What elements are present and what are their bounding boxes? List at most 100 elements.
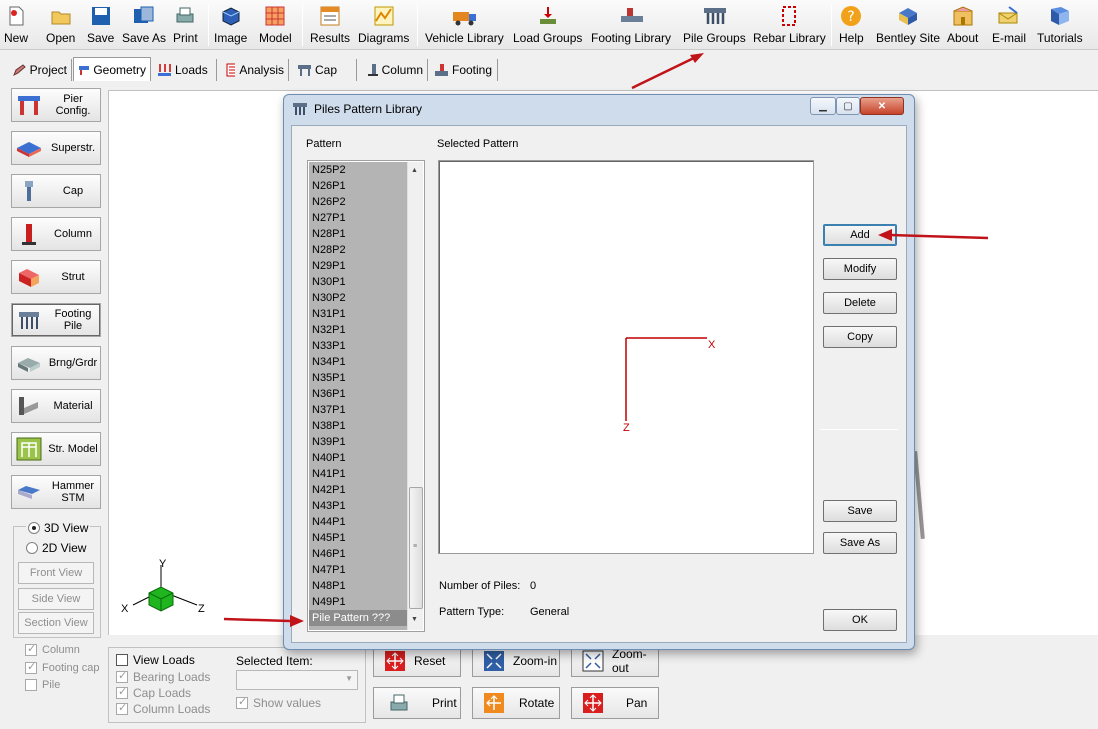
model-button[interactable]: Model (259, 2, 292, 48)
print-button[interactable]: Print (173, 2, 198, 48)
tab-footing[interactable]: Footing (430, 59, 498, 81)
radio-3d-view[interactable]: 3D View (26, 521, 91, 535)
vehicle-library-button[interactable]: Vehicle Library (425, 2, 504, 48)
ok-button[interactable]: OK (823, 609, 897, 631)
pier-config-button[interactable]: Pier Config. (11, 88, 101, 122)
pattern-listbox[interactable]: N25P2 N26P1 N26P2 N27P1 N28P1 N28P2 N29P1 N30P1… (307, 160, 425, 632)
radio-3d-indicator[interactable] (28, 522, 40, 534)
section-view-button[interactable]: Section View (18, 612, 94, 634)
selected-item-dropdown[interactable]: ▼ (236, 670, 358, 690)
pattern-list-item[interactable]: N44P1 (309, 514, 407, 530)
delete-button[interactable]: Delete (823, 292, 897, 314)
save-as-button[interactable]: Save As (122, 2, 166, 48)
modify-button[interactable]: Modify (823, 258, 897, 280)
tab-project[interactable]: Project (8, 59, 72, 81)
chk-bearing-loads[interactable]: Bearing Loads (116, 669, 210, 684)
pattern-list-item[interactable]: N30P2 (309, 290, 407, 306)
chk-show-values-box[interactable] (236, 695, 248, 709)
pattern-list-scrollbar[interactable]: ▲ ≡ ▼ (407, 162, 423, 630)
strut-button[interactable]: Strut (11, 260, 101, 294)
pattern-list-item[interactable]: Pile Pattern ??? (309, 610, 407, 626)
pattern-list-item[interactable]: N41P1 (309, 466, 407, 482)
open-button[interactable]: Open (46, 2, 75, 48)
pattern-list-item[interactable]: N29P1 (309, 258, 407, 274)
pattern-list-item[interactable]: N27P1 (309, 210, 407, 226)
maximize-button[interactable]: ▢ (836, 97, 860, 115)
str-model-button[interactable]: Str. Model (11, 432, 101, 466)
chk-pile[interactable]: Pile (25, 679, 60, 691)
chk-view-loads-box[interactable] (116, 654, 128, 666)
dialog-save-button[interactable]: Save (823, 500, 897, 522)
pattern-list-item[interactable]: N45P1 (309, 530, 407, 546)
pattern-list-item[interactable]: N48P1 (309, 578, 407, 594)
pattern-list-item[interactable]: N28P1 (309, 226, 407, 242)
chk-pile-box[interactable] (25, 679, 37, 691)
email-button[interactable]: E-mail (992, 2, 1026, 48)
chk-cap-loads[interactable]: Cap Loads (116, 685, 191, 700)
chk-column[interactable]: Column (25, 642, 80, 656)
pattern-list-item[interactable]: N37P1 (309, 402, 407, 418)
footing-library-button[interactable]: Footing Library (591, 2, 671, 48)
chk-bearing-loads-box[interactable] (116, 669, 128, 683)
chk-column-loads-box[interactable] (116, 701, 128, 715)
dialog-save-as-button[interactable]: Save As (823, 532, 897, 554)
tab-analysis[interactable]: Analysis (221, 59, 289, 81)
front-view-button[interactable]: Front View (18, 562, 94, 584)
hammer-stm-button[interactable]: Hammer STM (11, 475, 101, 509)
pattern-list-item[interactable]: N25P2 (309, 162, 407, 178)
tutorials-button[interactable]: Tutorials (1037, 2, 1083, 48)
load-groups-button[interactable]: Load Groups (513, 2, 582, 48)
pattern-list-item[interactable]: N34P1 (309, 354, 407, 370)
scroll-thumb[interactable]: ≡ (409, 487, 423, 609)
pattern-list-item[interactable]: N47P1 (309, 562, 407, 578)
diagrams-button[interactable]: Diagrams (358, 2, 409, 48)
chk-footing-cap-box[interactable] (25, 660, 37, 674)
copy-button[interactable]: Copy (823, 326, 897, 348)
pattern-list-item[interactable]: N49P1 (309, 594, 407, 610)
superstr-button[interactable]: Superstr. (11, 131, 101, 165)
scroll-down-icon[interactable]: ▼ (411, 616, 418, 623)
rotate-button[interactable]: Rotate (472, 687, 560, 719)
pattern-list-item[interactable]: N26P1 (309, 178, 407, 194)
pattern-list-item[interactable]: N28P2 (309, 242, 407, 258)
pattern-list-item[interactable]: N35P1 (309, 370, 407, 386)
minimize-button[interactable]: ▁ (810, 97, 836, 115)
save-button[interactable]: Save (87, 2, 114, 48)
pile-groups-button[interactable]: Pile Groups (683, 2, 746, 48)
pattern-list-item[interactable]: N38P1 (309, 418, 407, 434)
pattern-list-item[interactable]: N39P1 (309, 434, 407, 450)
pattern-list-item[interactable]: N30P1 (309, 274, 407, 290)
close-button[interactable]: ✕ (860, 97, 904, 115)
pan-button[interactable]: Pan (571, 687, 659, 719)
footing-pile-button[interactable]: Footing Pile (11, 303, 101, 337)
radio-2d-indicator[interactable] (26, 542, 38, 554)
selected-pattern-preview[interactable]: X Z (438, 160, 814, 554)
side-view-button[interactable]: Side View (18, 588, 94, 610)
image-button[interactable]: Image (214, 2, 247, 48)
chk-column-box[interactable] (25, 642, 37, 656)
pattern-list-item[interactable]: N46P1 (309, 546, 407, 562)
pattern-list-item[interactable]: N43P1 (309, 498, 407, 514)
about-button[interactable]: About (947, 2, 978, 48)
chk-show-values[interactable]: Show values (236, 695, 321, 710)
radio-2d-view[interactable]: 2D View (26, 541, 86, 555)
chk-view-loads[interactable]: View Loads (116, 653, 195, 667)
brng-grdr-button[interactable]: Brng/Grdr (11, 346, 101, 380)
pattern-list-item[interactable]: N36P1 (309, 386, 407, 402)
scroll-up-icon[interactable]: ▲ (411, 167, 418, 174)
tab-cap[interactable]: Cap (293, 59, 357, 81)
pattern-list-item[interactable]: N42P1 (309, 482, 407, 498)
cap-button[interactable]: Cap (11, 174, 101, 208)
pattern-list-item[interactable]: N31P1 (309, 306, 407, 322)
help-button[interactable]: ? Help (839, 2, 864, 48)
column-button[interactable]: Column (11, 217, 101, 251)
material-button[interactable]: Material (11, 389, 101, 423)
new-button[interactable]: New (4, 2, 28, 48)
chk-column-loads[interactable]: Column Loads (116, 701, 210, 716)
rebar-library-button[interactable]: Rebar Library (753, 2, 826, 48)
pattern-list-item[interactable]: N33P1 (309, 338, 407, 354)
tab-column[interactable]: Column (362, 59, 428, 81)
pattern-list-item[interactable]: N26P2 (309, 194, 407, 210)
chk-footing-cap[interactable]: Footing cap (25, 660, 99, 674)
results-button[interactable]: Results (310, 2, 350, 48)
